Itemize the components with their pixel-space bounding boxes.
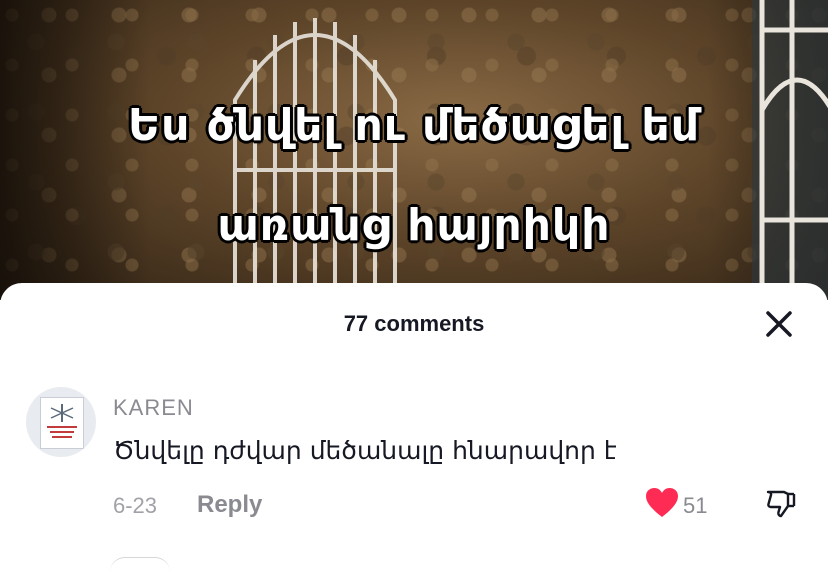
like-button[interactable] xyxy=(645,487,679,519)
avatar[interactable] xyxy=(26,387,96,457)
video-caption-line-2: առանց հայրիկի xyxy=(217,199,611,252)
comment-date: 6-23 xyxy=(113,493,158,518)
close-button[interactable] xyxy=(762,307,796,341)
thumbs-down-icon xyxy=(766,490,796,518)
reply-button[interactable]: Reply xyxy=(197,491,262,519)
mosquito-logo-icon xyxy=(47,404,77,438)
video-player[interactable]: Ես ծնվել ու մեծացել եմ առանց հայրիկի xyxy=(0,0,828,300)
avatar-image xyxy=(40,397,84,449)
next-comment-avatar-edge xyxy=(110,557,170,572)
dislike-button[interactable] xyxy=(764,487,796,519)
comment-text: Ծնվելը դժվար մեծանալը հնարավոր է xyxy=(113,436,617,465)
video-caption-line-1: Ես ծնվել ու մեծացել եմ xyxy=(127,99,700,152)
comments-count-title: 77 comments xyxy=(343,311,485,336)
like-count: 51 xyxy=(683,493,708,518)
comments-sheet: 77 comments KAREN Ծնվելը դժվար մեծանալը … xyxy=(0,283,828,583)
heart-icon xyxy=(646,488,678,517)
comment-username[interactable]: KAREN xyxy=(113,395,194,421)
comment-item: KAREN Ծնվելը դժվար մեծանալը հնարավոր է 6… xyxy=(0,383,828,523)
close-icon xyxy=(766,311,792,337)
